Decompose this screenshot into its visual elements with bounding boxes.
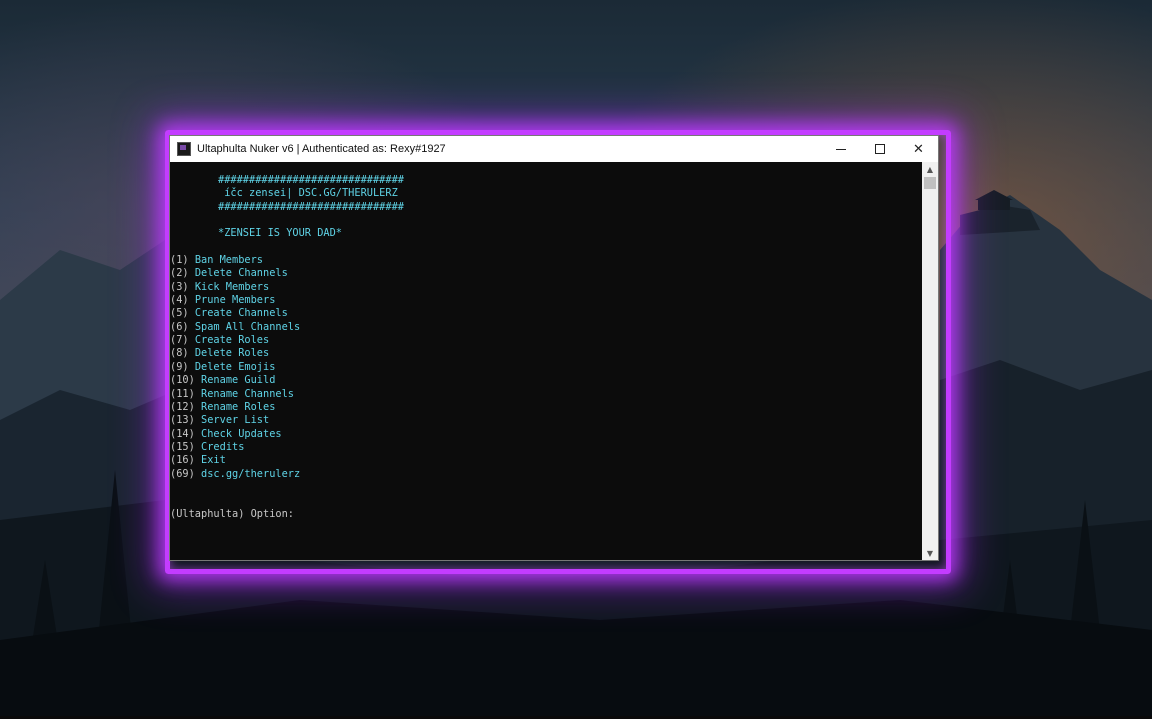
menu-item-number: (4) — [170, 294, 189, 307]
menu-item-number: (3) — [170, 280, 189, 293]
menu-item-number: (5) — [170, 307, 189, 320]
menu-item: (12) Rename Roles — [170, 401, 922, 414]
menu-item: (9) Delete Emojis — [170, 361, 922, 374]
maximize-button[interactable] — [860, 136, 899, 162]
menu-item: (3) Kick Members — [170, 281, 922, 294]
menu-item-number: (9) — [170, 360, 189, 373]
vertical-scrollbar[interactable]: ▲ ▼ — [922, 162, 938, 560]
menu-item-number: (13) — [170, 414, 195, 427]
menu-item-label: Kick Members — [194, 280, 270, 293]
menu-item: (11) Rename Channels — [170, 388, 922, 401]
title-bar[interactable]: Ultaphulta Nuker v6 | Authenticated as: … — [170, 136, 938, 162]
minimize-button[interactable] — [821, 136, 860, 162]
menu-list: (1) Ban Members (2) Delete Channels (3) Ki… — [170, 254, 922, 481]
menu-item-label: Prune Members — [194, 294, 276, 307]
menu-item-label: Create Roles — [194, 334, 270, 347]
menu-item: (7) Create Roles — [170, 334, 922, 347]
menu-item: (13) Server List — [170, 414, 922, 427]
menu-item-number: (11) — [170, 387, 195, 400]
menu-item: (4) Prune Members — [170, 294, 922, 307]
prompt-label: Option: — [244, 507, 295, 520]
menu-item: (15) Credits — [170, 441, 922, 454]
close-button[interactable]: ✕ — [899, 136, 938, 162]
scroll-down-icon[interactable]: ▼ — [922, 546, 938, 560]
menu-item: (8) Delete Roles — [170, 347, 922, 360]
menu-item: (69) dsc.gg/therulerz — [170, 468, 922, 481]
menu-item-label: Delete Emojis — [194, 360, 276, 373]
minimize-icon — [835, 148, 846, 150]
banner-line: íčc zensei| DSC.GG/THERULERZ — [218, 187, 398, 200]
menu-item-number: (2) — [170, 267, 189, 280]
menu-item-label: Rename Channels — [201, 387, 295, 400]
menu-item-number: (6) — [170, 320, 189, 333]
menu-item-number: (69) — [170, 467, 195, 480]
menu-item-label: Delete Roles — [194, 347, 270, 360]
console-app-icon — [177, 142, 191, 156]
menu-item-label: Exit — [201, 454, 226, 467]
console-output[interactable]: ############################## íčc zense… — [170, 162, 922, 560]
menu-item-label: Check Updates — [201, 427, 282, 440]
menu-item-number: (14) — [170, 427, 195, 440]
banner-line: ############################## — [218, 174, 404, 186]
menu-item-number: (16) — [170, 454, 195, 467]
close-icon: ✕ — [913, 141, 924, 157]
menu-item-label: Rename Roles — [201, 400, 276, 413]
scroll-thumb[interactable] — [924, 177, 936, 189]
banner-tagline: *ZENSEI IS YOUR DAD* — [218, 227, 342, 240]
menu-item-label: Rename Guild — [201, 374, 276, 387]
menu-item-number: (10) — [170, 374, 195, 387]
menu-item-label: Ban Members — [194, 254, 264, 267]
banner-line: ############################## — [218, 200, 404, 213]
console-window[interactable]: Ultaphulta Nuker v6 | Authenticated as: … — [170, 136, 938, 560]
menu-item: (10) Rename Guild — [170, 374, 922, 387]
window-title: Ultaphulta Nuker v6 | Authenticated as: … — [197, 143, 446, 155]
maximize-icon — [874, 144, 885, 154]
menu-item: (5) Create Channels — [170, 307, 922, 320]
menu-item-label: Delete Channels — [194, 267, 288, 280]
option-prompt[interactable]: (Ultaphulta) Option: — [170, 508, 922, 521]
menu-item-number: (7) — [170, 334, 189, 347]
menu-item-number: (8) — [170, 347, 189, 360]
menu-item: (2) Delete Channels — [170, 267, 922, 280]
menu-item-label: dsc.gg/therulerz — [201, 467, 301, 480]
menu-item-number: (15) — [170, 440, 195, 453]
banner-line — [170, 214, 922, 227]
scroll-up-icon[interactable]: ▲ — [922, 162, 938, 176]
menu-item-label: Spam All Channels — [194, 320, 301, 333]
menu-item: (14) Check Updates — [170, 428, 922, 441]
menu-item-label: Server List — [201, 414, 270, 427]
menu-item-label: Create Channels — [194, 307, 288, 320]
prompt-prefix: (Ultaphulta) — [170, 507, 245, 520]
menu-item-number: (1) — [170, 254, 189, 267]
menu-item: (16) Exit — [170, 454, 922, 467]
menu-item-number: (12) — [170, 400, 195, 413]
menu-item: (1) Ban Members — [170, 254, 922, 267]
menu-item: (6) Spam All Channels — [170, 321, 922, 334]
menu-item-label: Credits — [201, 440, 245, 453]
